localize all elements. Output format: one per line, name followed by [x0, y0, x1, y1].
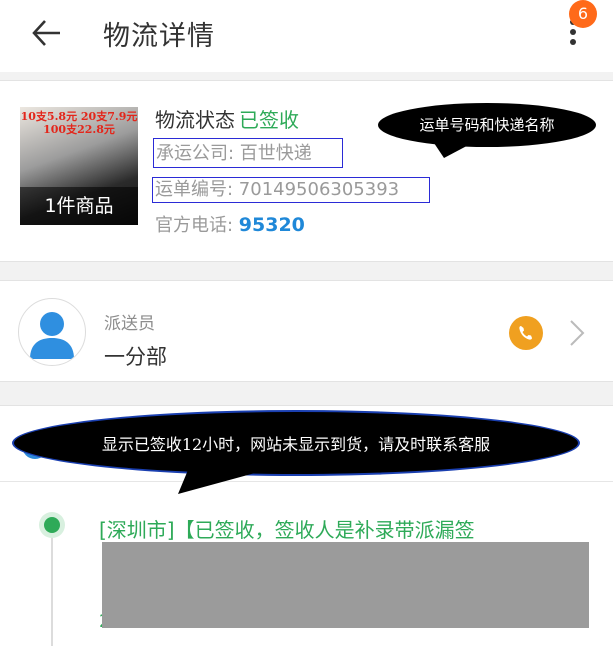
- logistics-status: 物流状态 已签收: [155, 104, 299, 133]
- timeline-event-text: [深圳市]【已签收，签收人是补录带派漏签: [99, 518, 475, 542]
- carrier-name: 承运公司: 百世快递: [153, 138, 343, 168]
- notification-badge: 6: [569, 0, 597, 28]
- top-app-bar: 物流详情 6: [0, 0, 613, 72]
- goods-count-label: 1件商品: [20, 187, 138, 225]
- annotation-bubble-status: 显示已签收12小时，网站未显示到货，请及时联系客服: [12, 410, 580, 476]
- promo-line-2: 100支22.8元: [43, 123, 115, 136]
- thumbnail-promo: 10支5.8元 20支7.9元 100支22.8元: [20, 110, 138, 136]
- annotation-bubble-tracking: 运单号码和快递名称: [378, 103, 596, 147]
- timeline-current-dot-inner: [44, 517, 60, 533]
- status-value: 已签收: [239, 108, 299, 132]
- product-thumbnail[interactable]: 10支5.8元 20支7.9元 100支22.8元 1件商品: [20, 107, 138, 225]
- official-phone: 官方电话: 95320: [155, 211, 305, 237]
- back-arrow-icon[interactable]: [30, 16, 64, 50]
- user-avatar-icon: [30, 312, 74, 359]
- timeline-divider: [0, 481, 613, 482]
- call-button[interactable]: [509, 316, 543, 350]
- courier-avatar: [18, 298, 86, 366]
- timeline-current-dot: [39, 512, 65, 538]
- chevron-right-icon[interactable]: [568, 319, 586, 347]
- page-title: 物流详情: [103, 21, 215, 52]
- promo-line-1: 10支5.8元 20支7.9元: [20, 110, 138, 123]
- courier-card[interactable]: 派送员 一分部: [0, 280, 613, 382]
- annotation-bubble-tail: [178, 470, 266, 494]
- status-label: 物流状态: [155, 108, 235, 132]
- redaction-block: [102, 542, 589, 628]
- phone-number-link[interactable]: 95320: [239, 214, 305, 236]
- phone-label: 官方电话:: [155, 215, 239, 236]
- courier-name: 一分部: [104, 345, 167, 369]
- annotation-bubble-tail: [432, 140, 478, 158]
- courier-role: 派送员: [104, 314, 155, 334]
- tracking-number: 运单编号: 70149506305393: [152, 177, 430, 203]
- phone-icon: [519, 326, 532, 340]
- timeline-line: [51, 536, 53, 646]
